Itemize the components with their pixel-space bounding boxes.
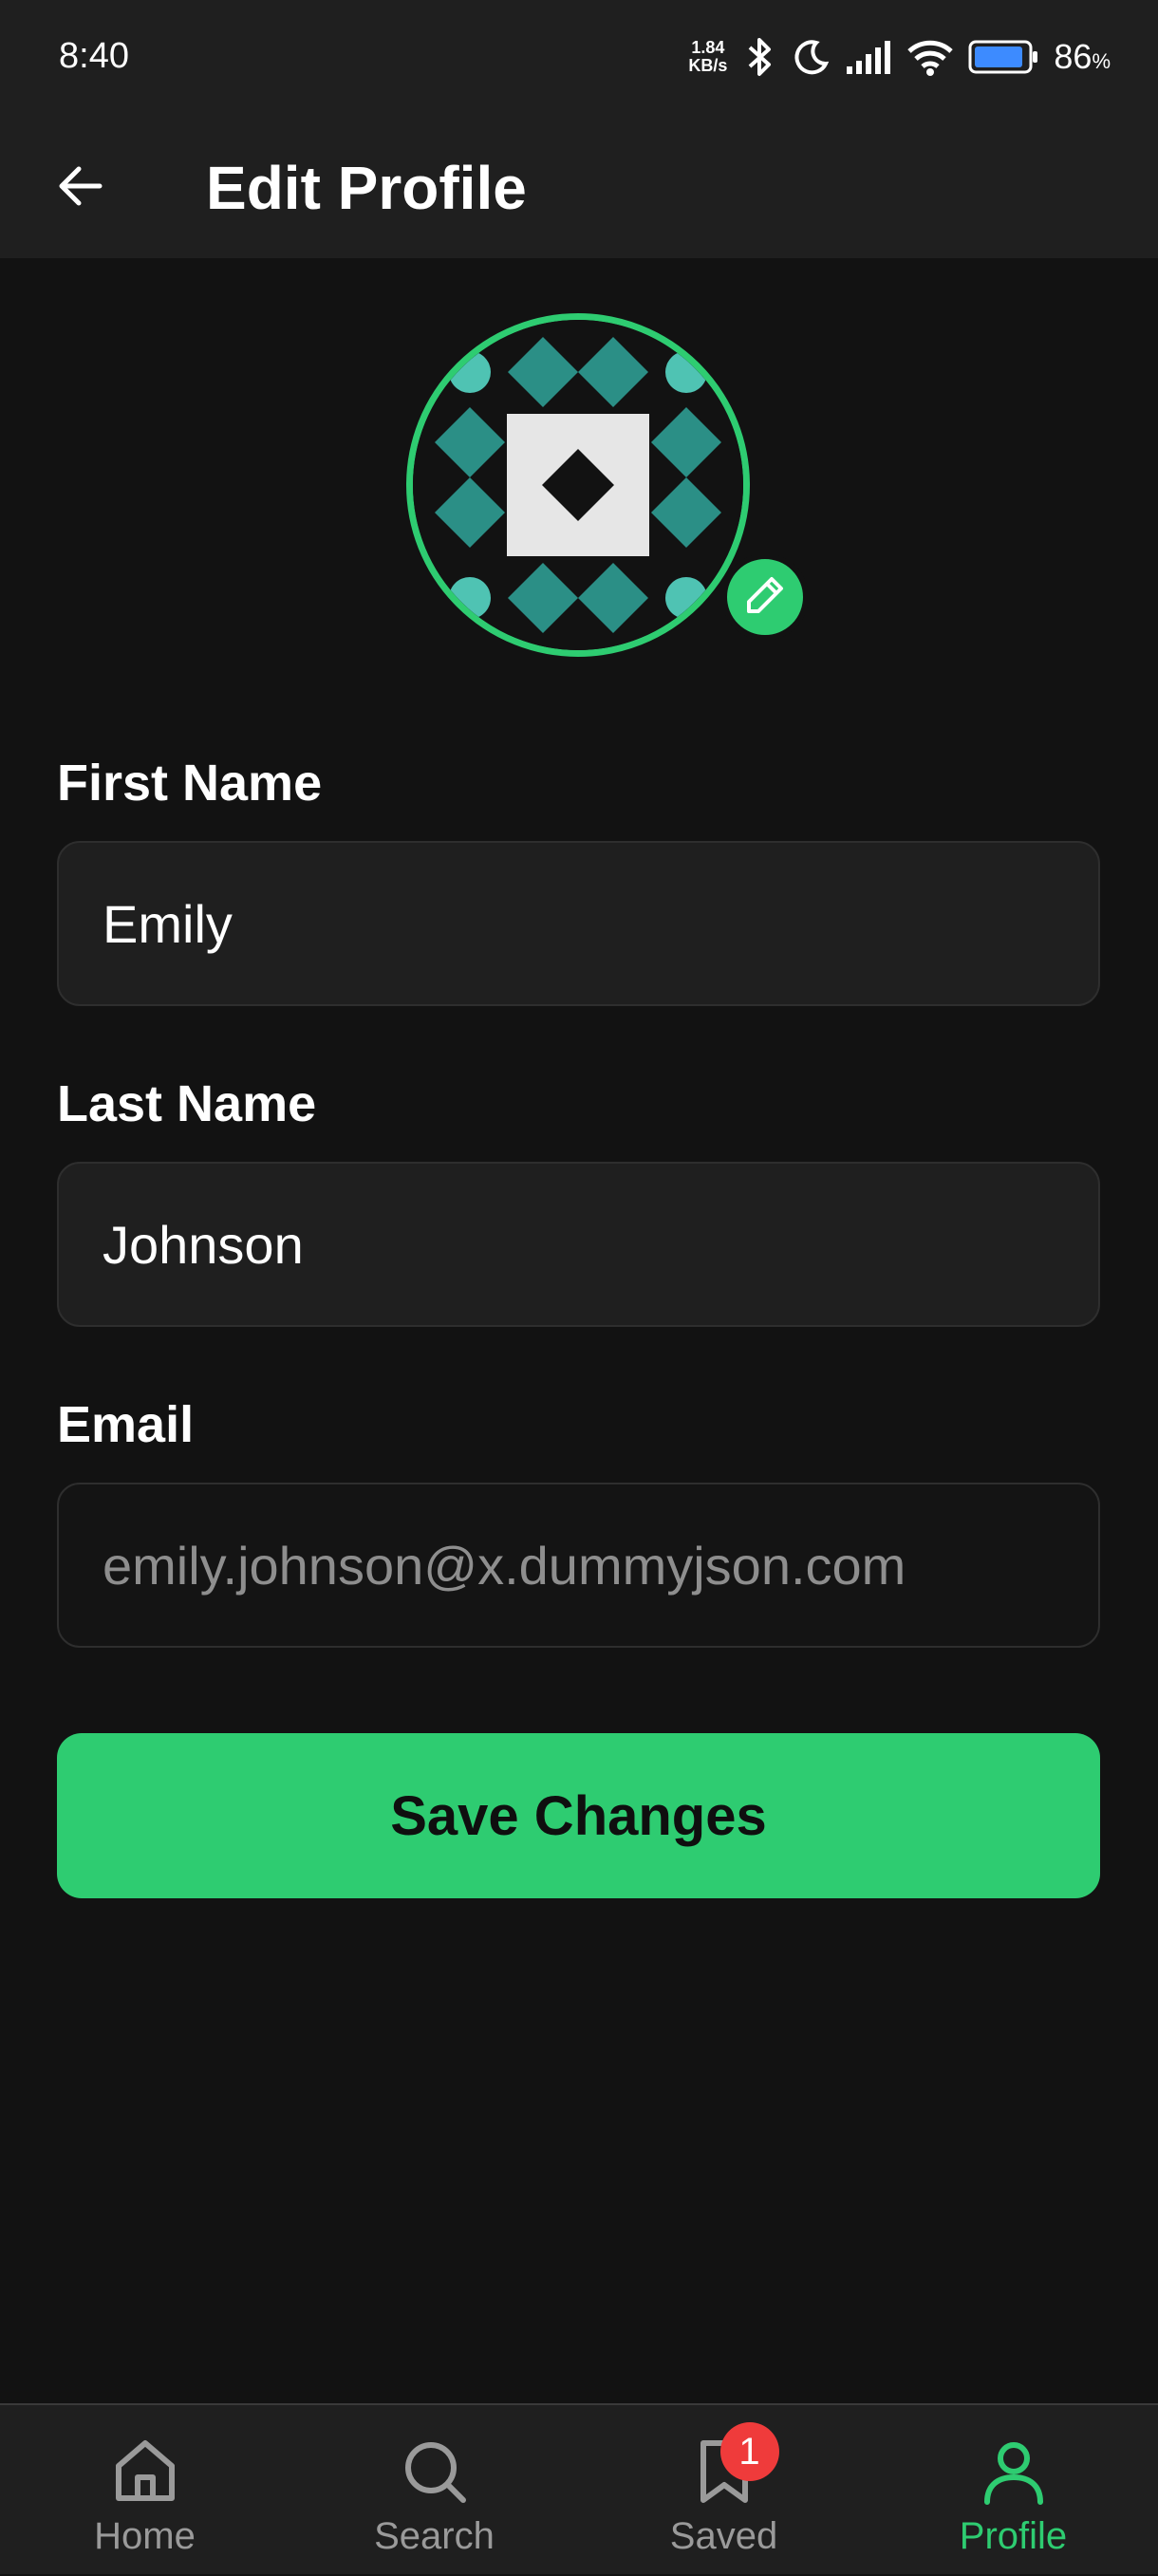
status-icons: 1.84 KB/s 86% (688, 28, 1111, 85)
email-label: Email (57, 1396, 195, 1453)
nav-label-profile: Profile (959, 2515, 1068, 2557)
net-speed-value: 1.84 (691, 38, 725, 57)
status-bar: 8:40 1.84 KB/s 86% (0, 0, 1158, 114)
arrow-left-icon (54, 160, 105, 216)
first-name-label: First Name (57, 755, 323, 812)
pencil-icon (743, 573, 787, 622)
app-bar: Edit Profile (0, 114, 1158, 258)
last-name-field[interactable] (57, 1162, 1100, 1327)
edit-avatar-button[interactable] (721, 553, 809, 641)
bluetooth-icon (740, 36, 778, 78)
email-field[interactable] (57, 1483, 1100, 1648)
save-changes-button[interactable]: Save Changes (57, 1733, 1100, 1898)
status-time: 8:40 (59, 36, 129, 76)
avatar-image (406, 313, 750, 657)
user-icon (976, 2434, 1052, 2510)
net-speed: 1.84 KB/s (688, 39, 727, 75)
battery-percent: 86% (1054, 37, 1111, 77)
wifi-icon (906, 38, 955, 76)
home-icon (107, 2434, 183, 2510)
signal-icon (845, 40, 892, 74)
nav-label-saved: Saved (669, 2515, 778, 2557)
battery-percent-unit: % (1092, 49, 1111, 73)
saved-badge: 1 (719, 2422, 779, 2481)
page-title: Edit Profile (206, 154, 527, 222)
nav-item-saved[interactable]: 1 Saved (579, 2405, 868, 2576)
first-name-field[interactable] (57, 841, 1100, 1006)
first-name-input[interactable] (103, 892, 1098, 955)
battery-icon (968, 39, 1040, 75)
net-speed-unit: KB/s (688, 56, 728, 75)
email-input[interactable] (103, 1534, 1098, 1596)
battery-percent-value: 86 (1054, 37, 1093, 76)
search-icon (397, 2434, 473, 2510)
nav-label-home: Home (94, 2515, 196, 2557)
nav-item-profile[interactable]: Profile (868, 2405, 1158, 2576)
nav-item-home[interactable]: Home (0, 2405, 290, 2576)
last-name-label: Last Name (57, 1075, 317, 1132)
bottom-nav: Home Search 1 Saved Profile (0, 2403, 1158, 2574)
nav-item-search[interactable]: Search (290, 2405, 579, 2576)
back-button[interactable] (40, 148, 120, 228)
nav-label-search: Search (374, 2515, 495, 2557)
bookmark-icon: 1 (686, 2422, 779, 2510)
avatar[interactable] (406, 313, 750, 657)
last-name-input[interactable] (103, 1213, 1098, 1276)
moon-icon (792, 37, 831, 77)
